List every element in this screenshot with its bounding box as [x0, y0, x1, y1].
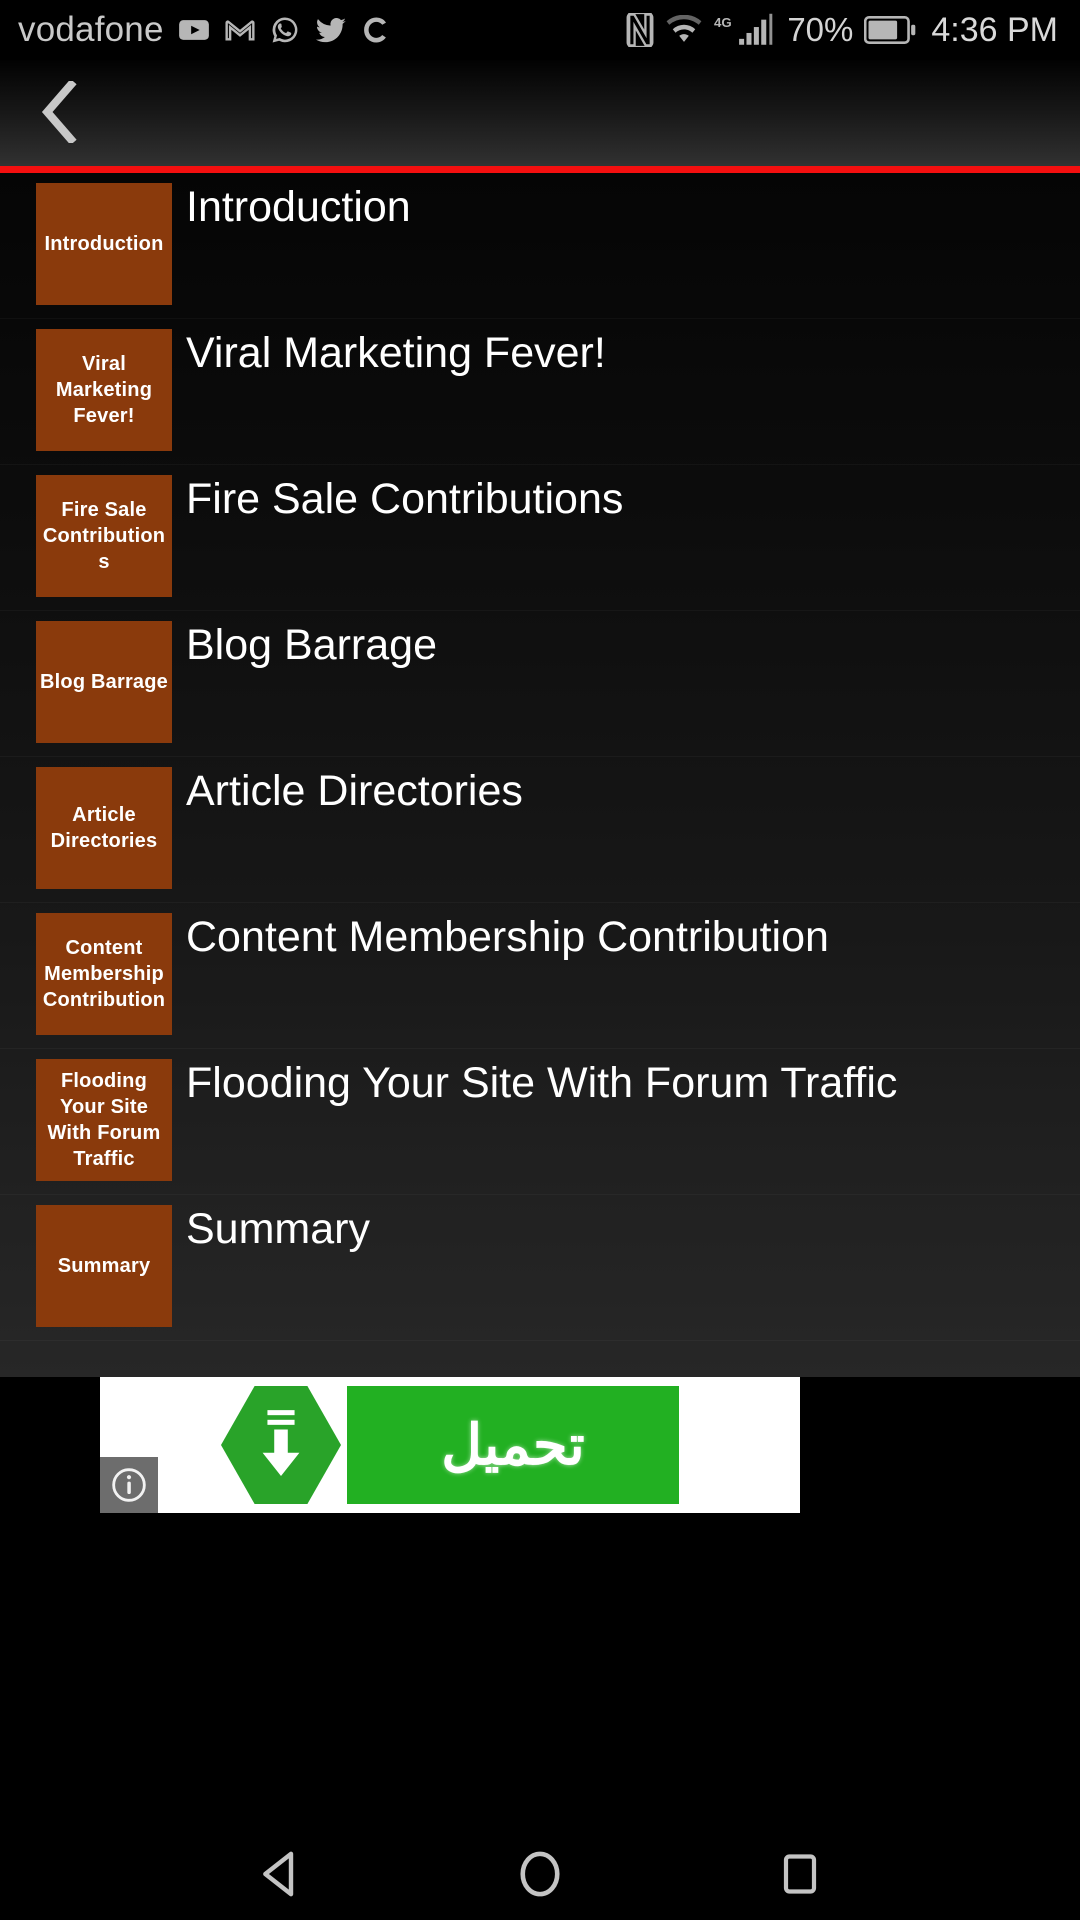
- whatsapp-icon: [269, 14, 301, 46]
- carrier-label: vodafone: [18, 10, 164, 49]
- chapter-thumbnail-label: Content Membership Contribution: [42, 937, 166, 1011]
- nav-back-button[interactable]: [235, 1832, 325, 1920]
- list-item[interactable]: Content Membership Contribution Content …: [0, 903, 1080, 1049]
- list-item[interactable]: Flooding Your Site With Forum Traffic Fl…: [0, 1049, 1080, 1195]
- ad-download-label: تحميل: [441, 1413, 585, 1476]
- ad-region: تحميل: [0, 1377, 1080, 1832]
- chapter-title: Summary: [186, 1205, 370, 1253]
- list-item[interactable]: Introduction Introduction: [0, 173, 1080, 319]
- chapter-thumbnail-label: Article Directories: [50, 804, 158, 852]
- chapter-thumbnail: Summary: [36, 1205, 172, 1327]
- chapter-thumbnail-label: Viral Marketing Fever!: [55, 353, 153, 427]
- chapter-list[interactable]: Introduction Introduction Viral Marketin…: [0, 173, 1080, 1377]
- wifi-icon: [665, 15, 703, 45]
- nav-home-button[interactable]: [495, 1832, 585, 1920]
- chapter-thumbnail-label: Fire Sale Contributions: [42, 499, 166, 573]
- chapter-title: Blog Barrage: [186, 621, 437, 669]
- status-bar-right: 4G 70% 4:36 PM: [626, 11, 1058, 50]
- info-icon[interactable]: [100, 1457, 158, 1513]
- home-circle-icon: [517, 1849, 563, 1904]
- chapter-thumbnail: Blog Barrage: [36, 621, 172, 743]
- chapter-thumbnail-label: Blog Barrage: [40, 671, 168, 693]
- list-item[interactable]: Article Directories Article Directories: [0, 757, 1080, 903]
- signal-4g-icon: 4G: [714, 13, 776, 47]
- chapter-title: Viral Marketing Fever!: [186, 329, 606, 377]
- ad-banner[interactable]: تحميل: [100, 1377, 800, 1513]
- chapter-title: Article Directories: [186, 767, 523, 815]
- accent-divider: [0, 166, 1080, 173]
- chapter-title: Content Membership Contribution: [186, 913, 829, 961]
- nav-recents-button[interactable]: [755, 1832, 845, 1920]
- chapter-thumbnail: Introduction: [36, 183, 172, 305]
- download-arrow-icon: [221, 1386, 341, 1504]
- recents-square-icon: [779, 1851, 821, 1902]
- chapter-thumbnail-label: Introduction: [44, 233, 164, 255]
- chapter-title: Introduction: [186, 183, 411, 231]
- chapter-thumbnail: Flooding Your Site With Forum Traffic: [36, 1059, 172, 1181]
- list-item[interactable]: Fire Sale Contributions Fire Sale Contri…: [0, 465, 1080, 611]
- nfc-icon: [626, 13, 654, 47]
- list-item[interactable]: Blog Barrage Blog Barrage: [0, 611, 1080, 757]
- chrome-c-icon: [361, 15, 391, 45]
- chevron-left-icon: [38, 78, 82, 148]
- gmail-icon: [224, 14, 256, 46]
- phone-screen: vodafone 4G 70% 4:36 PM Introduction Int…: [0, 0, 1080, 1920]
- list-item[interactable]: Viral Marketing Fever! Viral Marketing F…: [0, 319, 1080, 465]
- android-nav-bar: [0, 1832, 1080, 1920]
- chapter-thumbnail: Article Directories: [36, 767, 172, 889]
- app-bar: [0, 60, 1080, 168]
- chapter-thumbnail: Content Membership Contribution: [36, 913, 172, 1035]
- status-bar-left: vodafone: [18, 10, 391, 50]
- clock-label: 4:36 PM: [931, 10, 1058, 49]
- chapter-thumbnail-label: Flooding Your Site With Forum Traffic: [47, 1070, 161, 1170]
- back-button[interactable]: [10, 60, 110, 168]
- status-bar: vodafone 4G 70% 4:36 PM: [0, 0, 1080, 60]
- battery-percent-label: 70%: [787, 11, 854, 48]
- svg-text:4G: 4G: [714, 15, 732, 30]
- twitter-icon: [314, 13, 348, 47]
- battery-icon: [864, 16, 916, 44]
- ad-content: تحميل: [100, 1377, 800, 1513]
- chapter-thumbnail-label: Summary: [57, 1255, 151, 1277]
- back-triangle-icon: [258, 1850, 302, 1903]
- chapter-title: Flooding Your Site With Forum Traffic: [186, 1059, 898, 1107]
- chapter-title: Fire Sale Contributions: [186, 475, 624, 523]
- chapter-thumbnail: Fire Sale Contributions: [36, 475, 172, 597]
- chapter-thumbnail: Viral Marketing Fever!: [36, 329, 172, 451]
- ad-download-button[interactable]: تحميل: [347, 1386, 679, 1504]
- youtube-icon: [177, 13, 211, 47]
- list-item[interactable]: Summary Summary: [0, 1195, 1080, 1341]
